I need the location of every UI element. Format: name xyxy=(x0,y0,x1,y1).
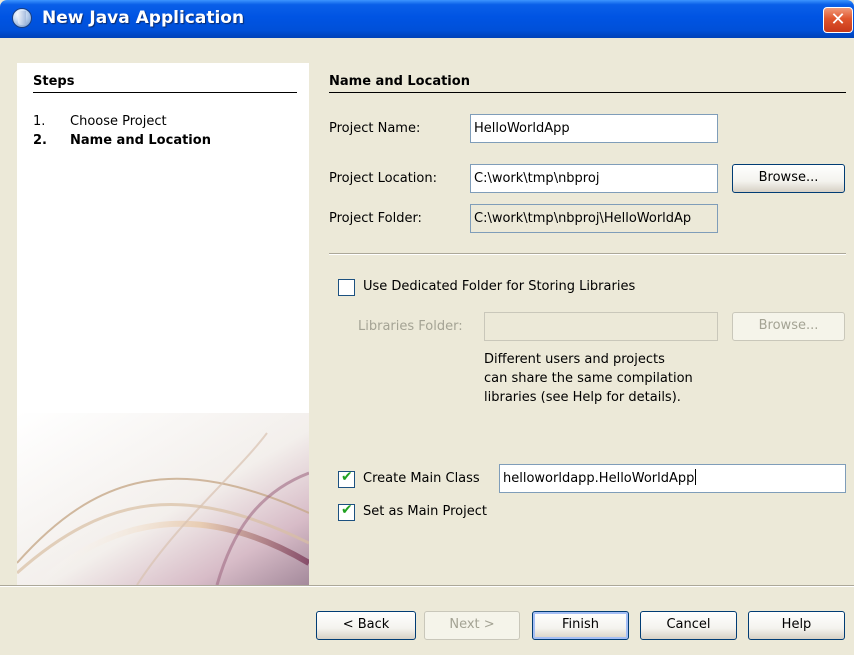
create-main-class-label: Create Main Class xyxy=(363,471,480,486)
back-button[interactable]: < Back xyxy=(316,611,416,640)
steps-panel: Steps 1. Choose Project 2. Name and Locati… xyxy=(17,63,309,585)
help-button[interactable]: Help xyxy=(748,611,845,640)
section-heading: Name and Location xyxy=(329,74,846,93)
description-line: libraries (see Help for details). xyxy=(484,390,681,405)
button-bar-separator xyxy=(0,585,854,587)
close-button[interactable]: ✕ xyxy=(823,7,853,33)
step-choose-project: 1. Choose Project xyxy=(33,114,167,129)
project-folder-label: Project Folder: xyxy=(329,211,422,226)
step-name-and-location: 2. Name and Location xyxy=(33,133,211,148)
project-name-input[interactable]: HelloWorldApp xyxy=(470,114,718,143)
check-icon: ✔ xyxy=(341,502,353,518)
decorative-swirl-graphic xyxy=(17,413,309,585)
browse-libraries-button: Browse... xyxy=(732,312,845,341)
step-label: Name and Location xyxy=(70,133,211,148)
cancel-button[interactable]: Cancel xyxy=(640,611,737,640)
step-label: Choose Project xyxy=(70,114,167,129)
section-separator xyxy=(329,253,846,255)
main-class-value: helloworldapp.HelloWorldApp xyxy=(503,471,695,486)
project-location-label: Project Location: xyxy=(329,171,437,186)
dedicated-folder-label: Use Dedicated Folder for Storing Librari… xyxy=(363,279,636,294)
browse-location-button[interactable]: Browse... xyxy=(732,164,845,193)
libraries-description: Different users and projects can share t… xyxy=(484,350,693,407)
name-location-panel: Name and Location Project Name: HelloWor… xyxy=(310,63,854,585)
project-folder-field: C:\work\tmp\nbproj\HelloWorldAp xyxy=(470,204,718,233)
steps-heading: Steps xyxy=(33,74,297,93)
libraries-folder-label: Libraries Folder: xyxy=(358,319,463,334)
window-title: New Java Application xyxy=(42,8,245,28)
step-number: 1. xyxy=(33,114,46,129)
text-caret xyxy=(695,469,697,485)
libraries-folder-input xyxy=(484,312,718,341)
step-number: 2. xyxy=(33,133,47,148)
next-button: Next > xyxy=(424,611,520,640)
dedicated-folder-checkbox[interactable] xyxy=(338,279,355,296)
description-line: Different users and projects xyxy=(484,352,665,367)
project-name-label: Project Name: xyxy=(329,121,421,136)
java-coffee-icon xyxy=(12,8,32,28)
set-main-project-checkbox[interactable]: ✔ xyxy=(338,502,355,521)
set-main-project-label: Set as Main Project xyxy=(363,504,487,519)
finish-button[interactable]: Finish xyxy=(532,611,629,640)
main-class-input[interactable]: helloworldapp.HelloWorldApp xyxy=(499,464,846,493)
create-main-class-checkbox[interactable]: ✔ xyxy=(338,469,355,488)
check-icon: ✔ xyxy=(341,469,353,485)
title-bar: New Java Application ✕ xyxy=(0,0,854,38)
project-location-input[interactable]: C:\work\tmp\nbproj xyxy=(470,164,718,193)
description-line: can share the same compilation xyxy=(484,371,693,386)
